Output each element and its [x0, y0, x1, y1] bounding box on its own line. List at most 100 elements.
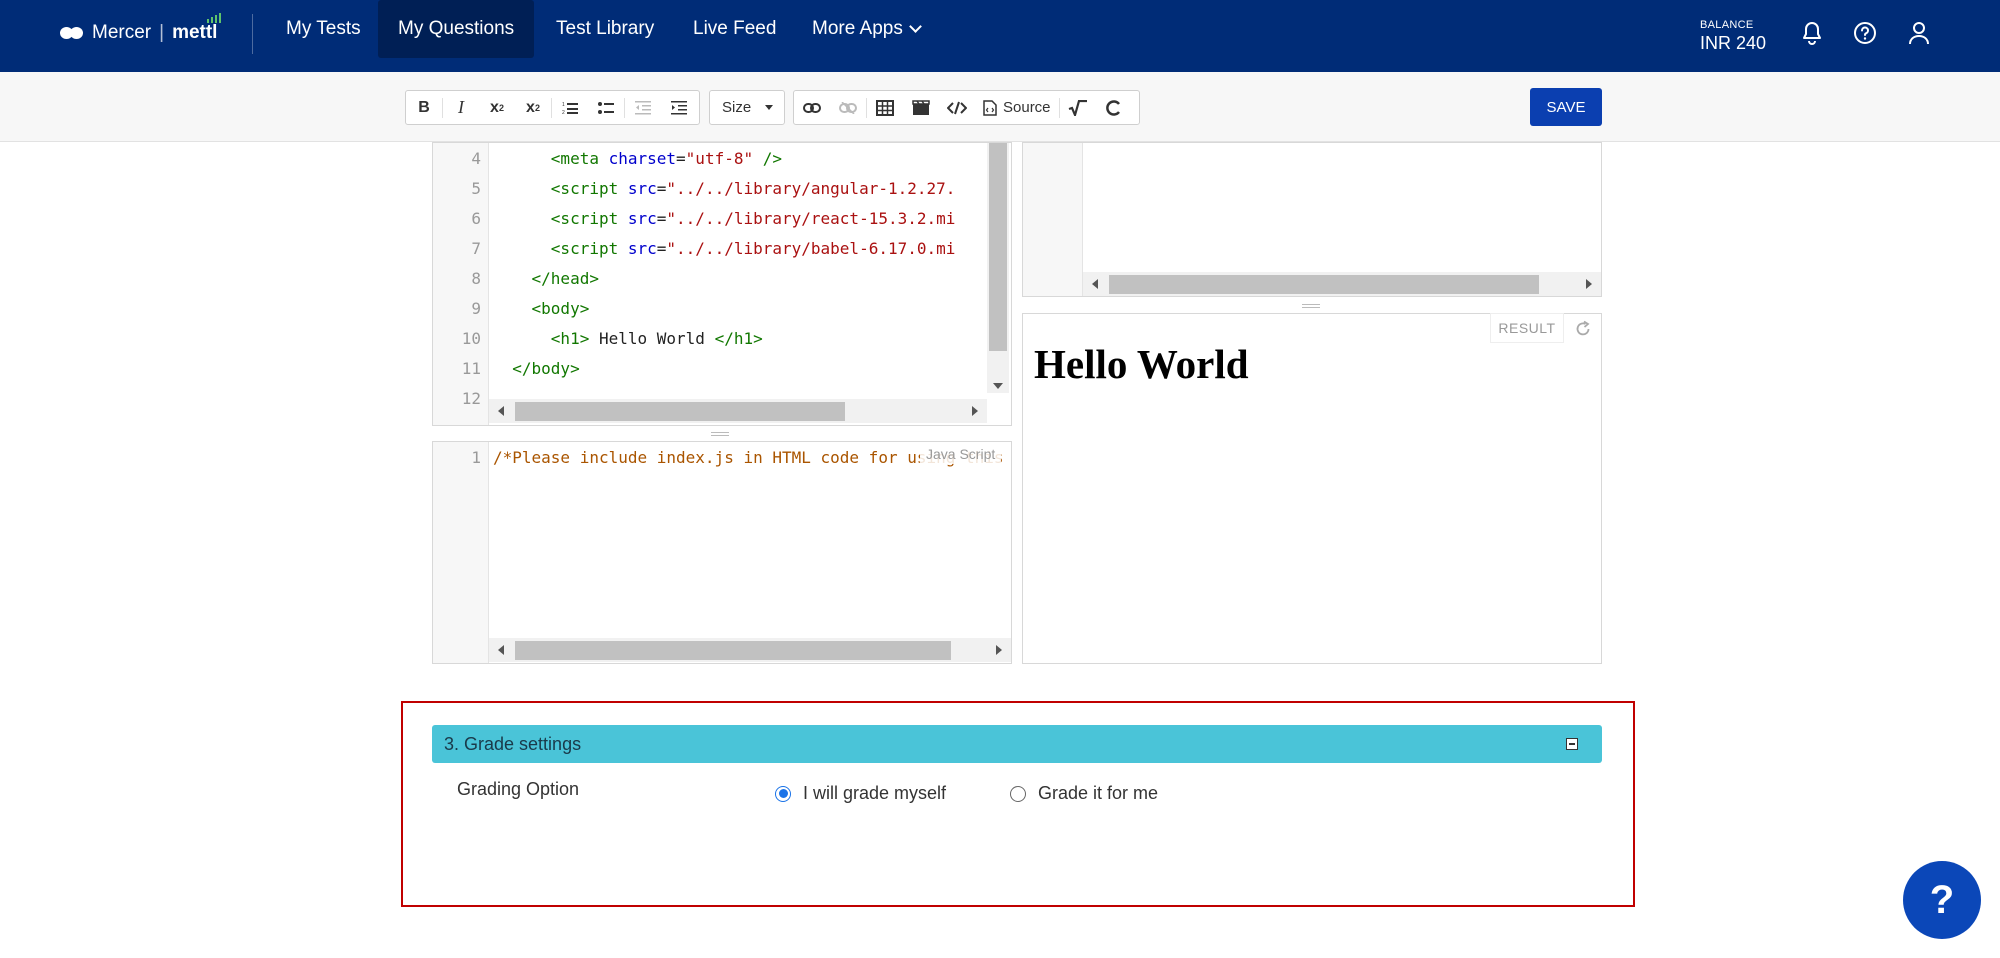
subscript-button[interactable]: x2 — [515, 91, 551, 124]
scroll-left-arrow-icon[interactable] — [498, 645, 504, 655]
horizontal-scrollbar[interactable] — [489, 638, 1011, 662]
code-text: </head> — [531, 268, 599, 288]
line-number: 9 — [471, 298, 481, 318]
scroll-right-arrow-icon[interactable] — [972, 406, 978, 416]
table-icon — [876, 99, 894, 116]
refresh-icon — [1105, 99, 1120, 116]
scrollbar-thumb[interactable] — [989, 143, 1007, 351]
help-circle-icon[interactable] — [1852, 20, 1878, 46]
scrollbar-thumb[interactable] — [1109, 275, 1539, 294]
save-button[interactable]: SAVE — [1530, 88, 1602, 126]
mercer-logo-icon — [60, 26, 84, 40]
link-icon — [803, 102, 821, 113]
refresh-button[interactable] — [1096, 91, 1132, 124]
indent-button[interactable] — [661, 91, 697, 124]
line-number-gutter — [433, 442, 489, 663]
code-text: </body> — [512, 358, 580, 378]
nav-my-tests-label: My Tests — [286, 18, 361, 39]
vertical-resize-handle[interactable] — [1302, 304, 1320, 308]
source-button[interactable]: Source — [975, 91, 1059, 124]
result-heading: Hello World — [1034, 341, 1249, 387]
line-number: 5 — [471, 178, 481, 198]
insert-button-group: Source — [793, 90, 1140, 125]
source-document-icon — [983, 99, 997, 116]
italic-button[interactable]: I — [443, 91, 479, 124]
code-button[interactable] — [939, 91, 975, 124]
table-button[interactable] — [867, 91, 903, 124]
nav-live-feed-label: Live Feed — [693, 18, 777, 39]
film-icon — [912, 99, 930, 115]
caret-down-icon — [765, 105, 774, 110]
nav-test-library[interactable]: Test Library — [536, 0, 674, 58]
radio-button[interactable] — [1010, 785, 1026, 802]
user-icon[interactable] — [1906, 20, 1932, 46]
radio-grade-myself[interactable]: I will grade myself — [775, 783, 946, 804]
nav-more-apps-label: More Apps — [812, 18, 903, 39]
svg-text:2: 2 — [562, 110, 565, 115]
radio-grade-for-me[interactable]: Grade it for me — [1010, 783, 1158, 804]
radio-button-checked[interactable] — [775, 785, 791, 802]
line-number: 6 — [471, 208, 481, 228]
line-number: 1 — [471, 447, 481, 467]
line-number: 4 — [471, 148, 481, 168]
scroll-left-arrow-icon[interactable] — [1092, 279, 1098, 289]
code-line: 7 <script src="../../library/babel-6.17.… — [433, 233, 955, 263]
nav-live-feed[interactable]: Live Feed — [673, 0, 796, 58]
html-code-editor[interactable]: 4 <meta charset="utf-8" /> 5 <script src=… — [432, 142, 1012, 426]
numbered-list-icon: 12 — [562, 102, 578, 115]
code-text: <h1> Hello World </h1> — [550, 328, 763, 348]
numbered-list-button[interactable]: 12 — [552, 91, 588, 124]
code-line: 4 <meta charset="utf-8" /> — [433, 143, 782, 173]
svg-text:1: 1 — [562, 102, 565, 108]
nav-more-apps[interactable]: More Apps — [792, 0, 940, 58]
balance-label: BALANCE — [1700, 19, 1754, 31]
scroll-left-arrow-icon[interactable] — [498, 406, 504, 416]
video-button[interactable] — [903, 91, 939, 124]
indent-icon — [671, 100, 687, 114]
js-code-editor[interactable]: 1 /*Please include index.js in HTML code… — [432, 441, 1012, 664]
scroll-down-arrow-icon[interactable] — [993, 383, 1003, 389]
nav-my-questions[interactable]: My Questions — [378, 0, 535, 58]
line-number: 8 — [471, 268, 481, 288]
scroll-right-arrow-icon[interactable] — [1586, 279, 1592, 289]
radio-grade-myself-label: I will grade myself — [803, 783, 947, 803]
grade-settings-header[interactable]: 3. Grade settings — [432, 725, 1602, 763]
bold-button[interactable]: B — [406, 91, 442, 124]
horizontal-scrollbar[interactable] — [489, 399, 987, 423]
unlink-button[interactable] — [830, 91, 866, 124]
vertical-resize-handle[interactable] — [711, 432, 729, 436]
scroll-right-arrow-icon[interactable] — [996, 645, 1002, 655]
superscript-button[interactable]: x2 — [479, 91, 515, 124]
chevron-down-icon — [908, 20, 922, 33]
refresh-icon[interactable] — [1574, 320, 1592, 338]
source-button-label: Source — [1003, 99, 1051, 116]
bullet-list-button[interactable] — [588, 91, 624, 124]
code-line: 8 </head> — [433, 263, 599, 293]
result-label: RESULT — [1490, 313, 1564, 343]
outdent-button[interactable] — [625, 91, 661, 124]
math-button[interactable] — [1060, 91, 1096, 124]
size-dropdown-label: Size — [722, 99, 752, 116]
nav-my-questions-label: My Questions — [398, 18, 515, 39]
collapse-minus-icon[interactable] — [1566, 738, 1578, 750]
js-mode-label: Java Script — [920, 444, 1002, 464]
format-button-group: B I x2 x2 12 — [405, 90, 700, 125]
editor-toolbar: B I x2 x2 12 Size Source SAVE — [0, 72, 2000, 142]
top-navbar: Mercer | mettl My Tests My Questions Tes… — [0, 0, 2000, 72]
nav-my-tests[interactable]: My Tests — [266, 0, 381, 58]
help-chat-button[interactable]: ? — [1903, 861, 1981, 939]
scrollbar-thumb[interactable] — [515, 402, 845, 421]
bell-icon[interactable] — [1799, 20, 1825, 46]
css-code-editor[interactable] — [1022, 142, 1602, 297]
balance-value: INR 240 — [1700, 33, 1767, 53]
code-line: 9 <body> — [433, 293, 589, 323]
vertical-scrollbar[interactable] — [987, 143, 1009, 393]
code-text: <script src="../../library/react-15.3.2.… — [550, 208, 956, 228]
grade-settings-title: 3. Grade settings — [444, 733, 582, 754]
line-number: 11 — [461, 358, 481, 378]
link-button[interactable] — [794, 91, 830, 124]
size-dropdown[interactable]: Size — [709, 90, 785, 125]
horizontal-scrollbar[interactable] — [1083, 272, 1601, 296]
mercer-mettl-logo[interactable]: Mercer | mettl — [60, 13, 222, 44]
scrollbar-thumb[interactable] — [515, 641, 951, 660]
